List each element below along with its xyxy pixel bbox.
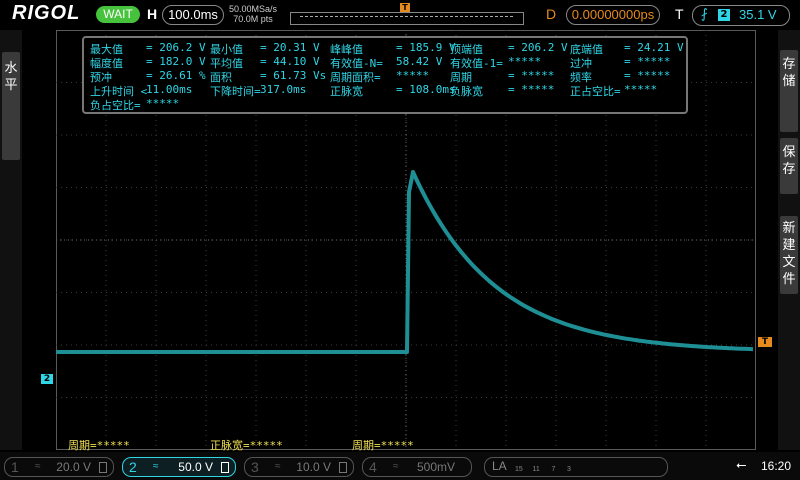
bandwidth-icon xyxy=(339,462,347,473)
measurement-label: 负脉宽 xyxy=(450,85,483,98)
channel-bar: 1 ≈ 20.0 V 2 ≈ 50.0 V 3 ≈ 10.0 V 4 ≈ 500… xyxy=(0,452,800,480)
measurement-value: = 24.21 V xyxy=(624,41,684,54)
new-file-button[interactable]: 新建文件 xyxy=(780,216,798,294)
bandwidth-icon xyxy=(99,462,107,473)
logic-analyzer-tab[interactable]: LA 15 11 7 3 xyxy=(484,457,668,477)
measurement-value: = ***** xyxy=(508,83,555,96)
stat-positive-width: 正脉宽=***** xyxy=(210,439,283,452)
channel-3-tab[interactable]: 3 ≈ 10.0 V xyxy=(244,457,354,477)
measurement-value: = 108.0ms xyxy=(396,83,456,96)
stat-period-1: 周期=***** xyxy=(68,439,130,452)
measurement-value: = 206.2 V xyxy=(508,41,568,54)
dc-coupling-icon: ≈ xyxy=(153,461,159,472)
rising-edge-icon: ⨏ xyxy=(701,7,708,22)
brand-logo: RIGOL xyxy=(12,2,81,24)
new-file-button-label: 新建文件 xyxy=(782,221,796,287)
memory-depth: 70.0M pts xyxy=(233,14,273,24)
measurement-value: = 26.61 % xyxy=(146,69,206,82)
trigger-position-icon: T xyxy=(400,3,410,12)
top-status-bar: RIGOL WAIT H 100.0ms 50.00MSa/s 70.0M pt… xyxy=(0,0,800,30)
storage-menu-title: 存储 xyxy=(780,50,798,132)
measurement-label: 正脉宽 xyxy=(330,85,363,98)
channel-4-number: 4 xyxy=(369,459,377,475)
trigger-source-badge: 2 xyxy=(718,9,730,21)
channel-3-number: 3 xyxy=(251,459,259,475)
run-status-badge[interactable]: WAIT xyxy=(96,6,140,23)
bandwidth-icon xyxy=(221,462,229,473)
measurement-value: = 206.2 V xyxy=(146,41,206,54)
channel-4-scale: 500mV xyxy=(416,460,455,474)
measurement-panel: 最大值 = 206.2 V 最小值 = 20.31 V 峰峰值 = 185.9 V 顶端值 =… xyxy=(82,36,688,114)
trigger-label: T xyxy=(675,6,684,22)
channel-3-scale: 10.0 V xyxy=(296,460,331,474)
measurement-value: = 20.31 V xyxy=(260,41,320,54)
dc-coupling-icon: ≈ xyxy=(275,461,281,472)
channel-2-number: 2 xyxy=(129,459,137,475)
save-button[interactable]: 保存 xyxy=(780,138,798,194)
trigger-level-marker[interactable]: T xyxy=(758,337,772,347)
measurement-value: = 44.10 V xyxy=(260,55,320,68)
measurement-value: ***** xyxy=(508,55,542,68)
memory-position-bar xyxy=(290,12,524,25)
channel-1-scale: 20.0 V xyxy=(56,460,91,474)
measurement-value: 317.0ms xyxy=(260,83,307,96)
logic-channel-numbers: 15 11 7 3 xyxy=(515,466,571,473)
clock: 16:20 xyxy=(761,459,792,473)
measurement-value: = ***** xyxy=(624,69,671,82)
measurement-value: = 182.0 V xyxy=(146,55,206,68)
measurement-label: 负占空比= xyxy=(90,99,141,112)
measurement-value: ***** xyxy=(624,83,658,96)
delay-label: D xyxy=(546,6,557,22)
save-button-label: 保存 xyxy=(782,145,796,177)
measurement-label: 正占空比= xyxy=(570,85,621,98)
channel-2-tab[interactable]: 2 ≈ 50.0 V xyxy=(122,457,236,477)
measurement-value: = ***** xyxy=(508,69,555,82)
horizontal-label: H xyxy=(147,6,158,22)
stat-period-2: 周期=***** xyxy=(352,439,414,452)
measurement-value: 11.00ms xyxy=(146,83,193,96)
measurement-value: = ***** xyxy=(624,55,671,68)
horizontal-menu-tab[interactable]: 水平 xyxy=(2,52,20,160)
dc-coupling-icon: ≈ xyxy=(35,461,41,472)
trigger-settings[interactable]: ⨏ 2 35.1 V xyxy=(692,5,790,26)
measurement-value: ***** xyxy=(146,97,180,110)
channel-2-scale: 50.0 V xyxy=(178,460,213,474)
measurement-value: = 185.9 V xyxy=(396,41,456,54)
left-menu-panel: 水平 xyxy=(0,30,22,450)
usb-icon: ⭠ xyxy=(736,458,747,473)
delay-display[interactable]: 0.00000000ps xyxy=(566,5,660,25)
channel-1-number: 1 xyxy=(11,459,19,475)
memory-window xyxy=(300,16,513,17)
trigger-level: 35.1 V xyxy=(739,7,777,22)
logic-analyzer-label: LA xyxy=(492,459,507,473)
storage-title-label: 存储 xyxy=(782,57,796,89)
acquisition-info: 50.00MSa/s 70.0M pts xyxy=(229,4,277,24)
dc-coupling-icon: ≈ xyxy=(393,461,399,472)
measurement-value: 58.42 V xyxy=(396,55,443,68)
channel-2-offset-marker[interactable]: 2 xyxy=(41,374,53,384)
sample-rate: 50.00MSa/s xyxy=(229,4,278,14)
horizontal-menu-label: 水平 xyxy=(4,61,18,93)
channel-1-tab[interactable]: 1 ≈ 20.0 V xyxy=(4,457,114,477)
measurement-label: 下降时间= xyxy=(210,85,261,98)
measurement-value: ***** xyxy=(396,69,430,82)
measurement-value: = 61.73 Vs xyxy=(260,69,327,82)
channel-2-waveform xyxy=(56,170,754,354)
timebase-display[interactable]: 100.0ms xyxy=(162,5,224,25)
channel-4-tab[interactable]: 4 ≈ 500mV xyxy=(362,457,472,477)
right-menu-panel: 存储 保存 新建文件 xyxy=(778,30,800,450)
